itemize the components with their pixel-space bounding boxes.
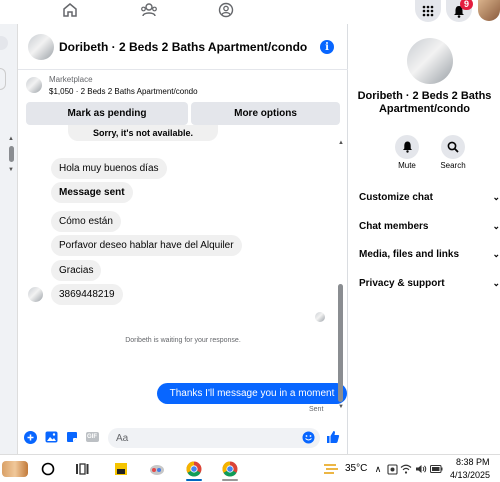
chat-scrollbar-thumb[interactable]: [338, 284, 343, 402]
snipping-tool-icon[interactable]: [146, 459, 168, 479]
bell-icon: [402, 141, 412, 153]
mute-button[interactable]: [395, 135, 419, 159]
menu-grid-button[interactable]: [415, 0, 441, 22]
search-circle-icon[interactable]: [37, 459, 59, 479]
left-sidebar-edge: ▲ ▼: [0, 24, 18, 454]
message-input[interactable]: [108, 428, 320, 448]
chevron-down-icon: ⌄: [492, 221, 500, 231]
sidebar-edge-button[interactable]: [0, 36, 8, 50]
conversation-photo[interactable]: [407, 38, 453, 84]
scroll-down-arrow-icon[interactable]: ▼: [338, 404, 344, 410]
chevron-down-icon: ⌄: [492, 278, 500, 288]
section-media-files-links[interactable]: Media, files and links ⌄: [359, 249, 500, 260]
message-bubble[interactable]: Porfavor deseo hablar have del Alquiler: [51, 235, 242, 256]
search-button[interactable]: [441, 135, 465, 159]
chrome-icon[interactable]: [219, 459, 241, 479]
file-explorer-icon[interactable]: [110, 459, 132, 479]
battery-icon[interactable]: [428, 459, 444, 479]
chat-header: Doribeth · 2 Beds 2 Baths Apartment/cond…: [18, 24, 348, 70]
gif-icon[interactable]: GIF: [85, 430, 99, 444]
section-privacy-support[interactable]: Privacy & support ⌄: [359, 278, 500, 289]
section-label: Privacy & support: [359, 278, 445, 289]
mute-label: Mute: [398, 161, 416, 170]
marketplace-label: Marketplace: [49, 75, 93, 84]
scroll-up-arrow-icon[interactable]: ▲: [338, 140, 344, 146]
sender-avatar[interactable]: [28, 287, 43, 302]
account-avatar[interactable]: [478, 0, 500, 21]
more-options-button[interactable]: More options: [191, 102, 340, 125]
listing-thumbnail[interactable]: [28, 34, 54, 60]
chat-window: Doribeth · 2 Beds 2 Baths Apartment/cond…: [18, 24, 348, 454]
chevron-down-icon: ⌄: [492, 192, 500, 202]
windows-taskbar: 35°C ∧ 8:38 PM 4/13/2025: [0, 454, 500, 482]
sidebar-edge-item[interactable]: [0, 68, 6, 90]
info-icon[interactable]: i: [320, 40, 334, 54]
active-app-indicator: [186, 479, 202, 481]
message-bubble[interactable]: Gracias: [51, 260, 102, 281]
weather-temperature[interactable]: 35°C: [345, 463, 367, 474]
profile-icon[interactable]: [215, 0, 237, 20]
wifi-icon[interactable]: [398, 459, 414, 479]
details-title: Doribeth · 2 Beds 2 Baths Apartment/cond…: [357, 90, 492, 115]
chat-title[interactable]: Doribeth · 2 Beds 2 Baths Apartment/cond…: [59, 40, 307, 54]
sidebar-scroll-thumb[interactable]: [9, 146, 14, 162]
read-receipt-avatar: [315, 312, 325, 322]
conversation-details-panel: Doribeth · 2 Beds 2 Baths Apartment/cond…: [349, 24, 500, 454]
section-label: Media, files and links: [359, 249, 460, 260]
sent-status: Sent: [309, 406, 324, 413]
groups-icon[interactable]: [138, 0, 160, 20]
emoji-icon[interactable]: [301, 430, 315, 444]
message-bubble[interactable]: Cómo están: [51, 211, 121, 232]
scroll-up-arrow-icon[interactable]: ▲: [8, 136, 14, 142]
chevron-down-icon: ⌄: [492, 249, 500, 259]
scroll-down-arrow-icon[interactable]: ▼: [8, 167, 14, 173]
marketplace-listing-thumb[interactable]: [26, 77, 42, 93]
section-chat-members[interactable]: Chat members ⌄: [359, 221, 500, 232]
chevron-up-icon[interactable]: ∧: [371, 459, 385, 479]
clock-time[interactable]: 8:38 PM: [456, 457, 490, 467]
message-bubble[interactable]: Message sent: [51, 182, 133, 203]
search-label: Search: [440, 161, 466, 170]
home-icon[interactable]: [59, 0, 81, 20]
open-app-indicator: [222, 479, 238, 481]
photo-icon[interactable]: [44, 430, 58, 444]
section-customize-chat[interactable]: Customize chat ⌄: [359, 192, 500, 203]
section-label: Chat members: [359, 221, 429, 232]
clock-date[interactable]: 4/13/2025: [450, 470, 490, 480]
waiting-notice: Doribeth is waiting for your response.: [125, 337, 241, 344]
outgoing-message-bubble[interactable]: Thanks I'll message you in a moment: [157, 383, 347, 404]
widgets-icon[interactable]: [0, 459, 30, 479]
message-bubble[interactable]: Hola muy buenos días: [51, 158, 167, 179]
task-view-icon[interactable]: [71, 459, 93, 479]
search-icon: [447, 141, 459, 153]
sticker-icon[interactable]: [65, 430, 79, 444]
listing-summary[interactable]: $1,050 · 2 Beds 2 Baths Apartment/condo: [49, 87, 198, 96]
mark-as-pending-button[interactable]: Mark as pending: [26, 102, 188, 125]
top-navigation: 9: [0, 0, 500, 24]
message-bubble-partial: Sorry, it's not available.: [68, 125, 218, 141]
chrome-icon[interactable]: [183, 459, 205, 479]
grid-icon: [422, 5, 434, 17]
plus-icon[interactable]: [23, 430, 37, 444]
section-label: Customize chat: [359, 192, 433, 203]
volume-icon[interactable]: [413, 459, 429, 479]
thumbs-up-icon[interactable]: [326, 430, 340, 444]
message-composer: GIF: [18, 422, 348, 454]
weather-icon[interactable]: [320, 459, 342, 479]
message-bubble[interactable]: 3869448219: [51, 284, 123, 305]
